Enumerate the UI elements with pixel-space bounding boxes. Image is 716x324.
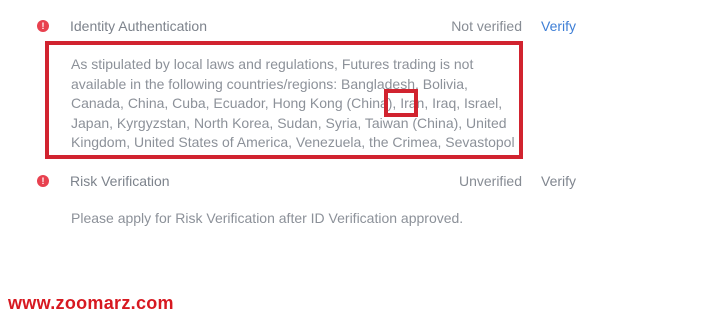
identity-alert-icon: ! [37,20,49,32]
risk-status: Unverified [458,173,522,189]
restricted-regions-notice: As stipulated by local laws and regulati… [71,56,515,150]
identity-status: Not verified [451,18,522,34]
site-watermark: www.zoomarz.com [8,293,174,313]
identity-auth-title: Identity Authentication [70,18,207,34]
identity-verify-link[interactable]: Verify [541,18,576,34]
country-highlight-box [384,89,418,117]
risk-verification-title: Risk Verification [70,173,170,189]
risk-verification-note: Please apply for Risk Verification after… [71,210,464,226]
risk-verify-link[interactable]: Verify [541,173,576,189]
risk-alert-icon: ! [37,175,49,187]
